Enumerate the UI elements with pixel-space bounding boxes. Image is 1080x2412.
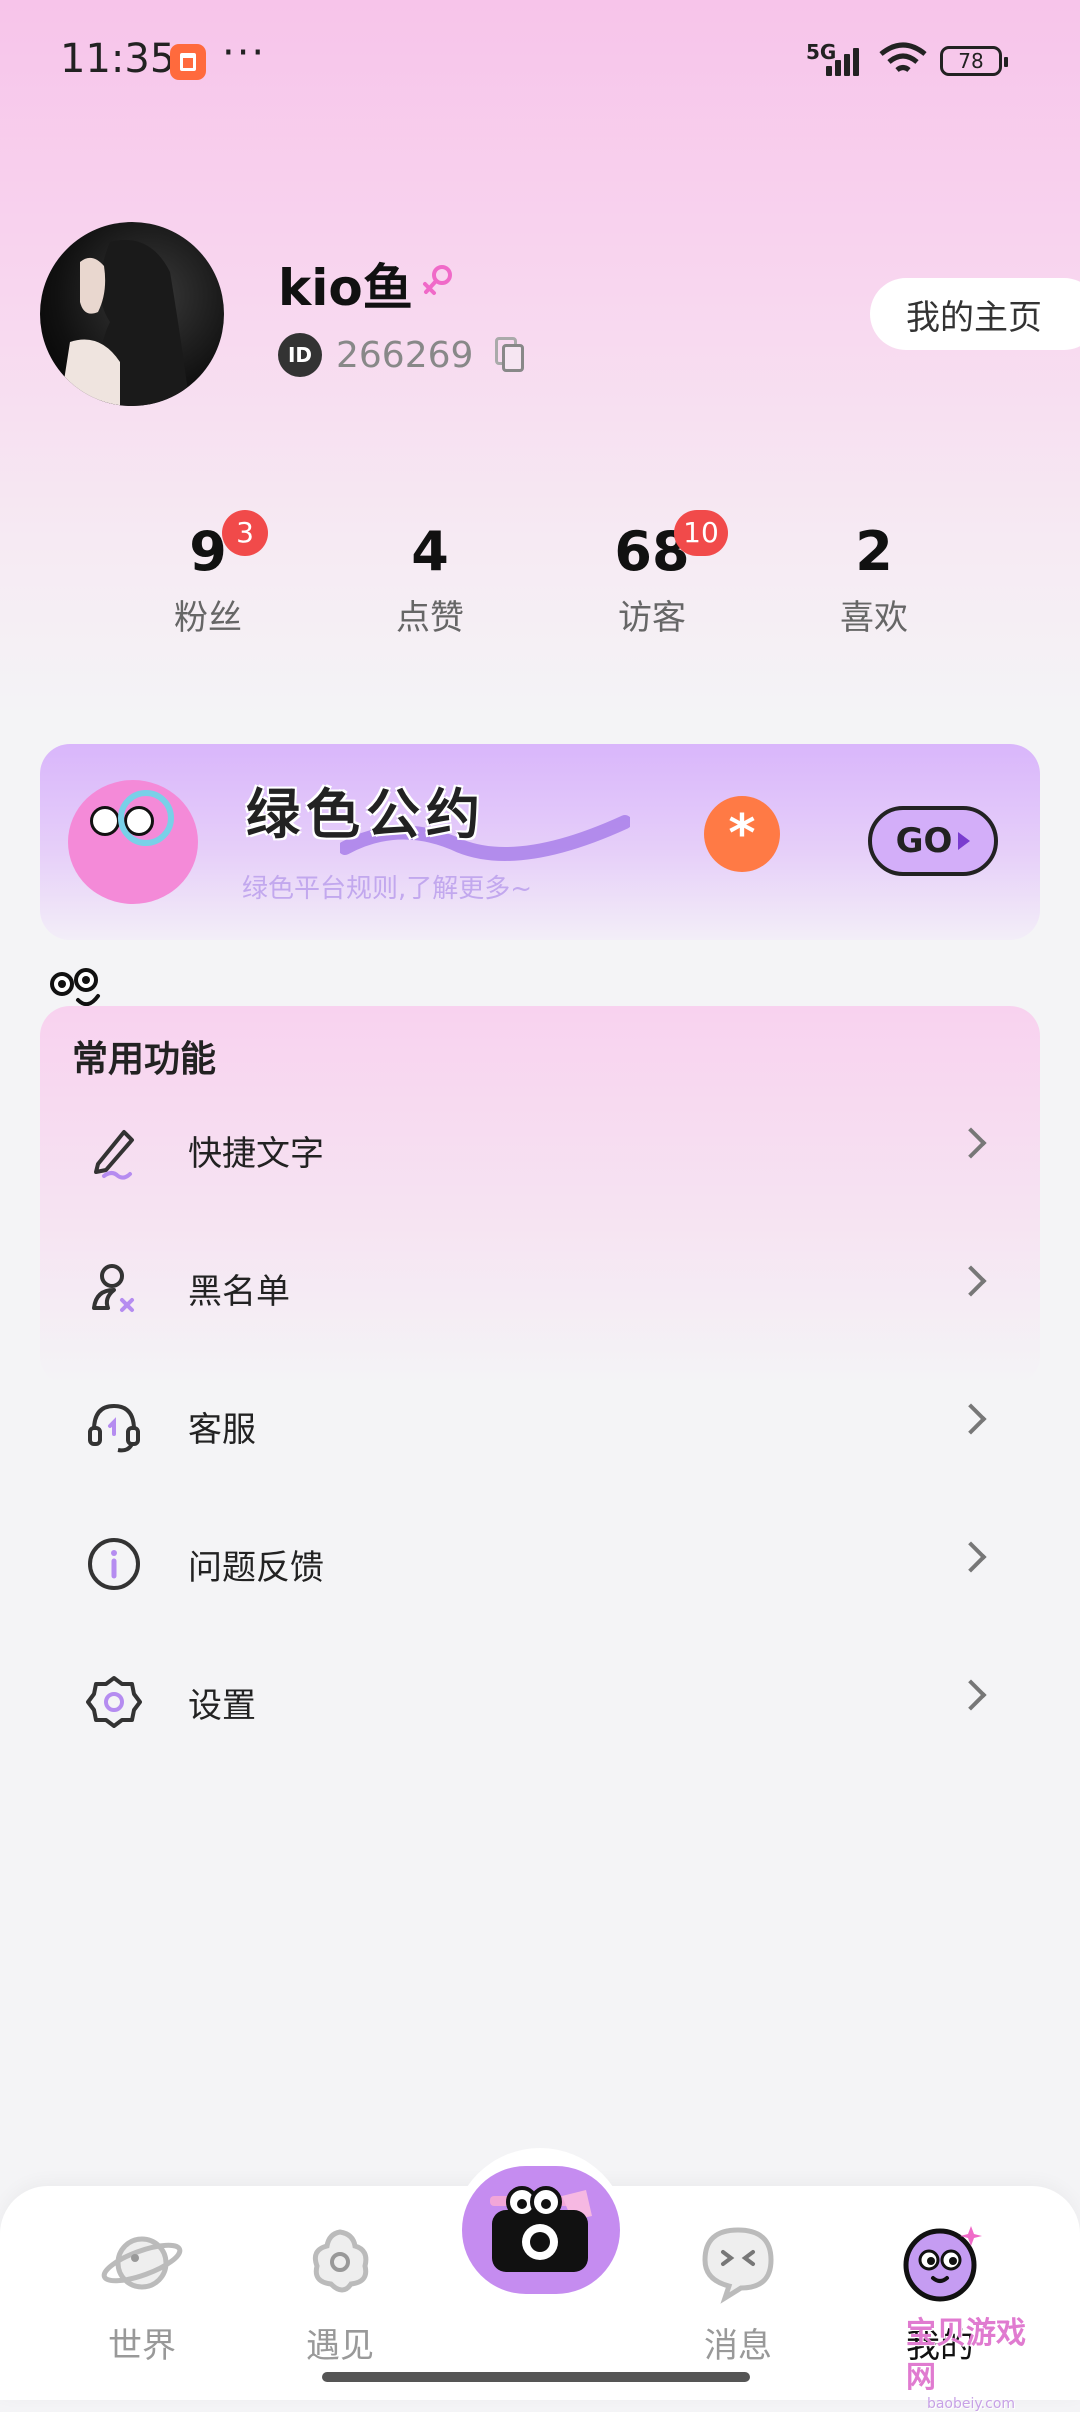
- more-notifications-icon: ···: [222, 30, 267, 76]
- watermark-url: baobeiy.com: [926, 2396, 1016, 2412]
- menu-item-label: 黑名单: [188, 1272, 290, 1312]
- username: kio鱼: [278, 259, 413, 317]
- flower-icon: [312, 2229, 369, 2293]
- watermark: 宝贝游戏网 baobeiy.com: [906, 2308, 1036, 2412]
- headset-icon: [88, 1403, 140, 1453]
- visitors-badge: 10: [674, 510, 728, 556]
- tab-camera[interactable]: [462, 2166, 620, 2294]
- tab-meet[interactable]: 遇见: [280, 2220, 400, 2367]
- menu-item-quick-text[interactable]: 快捷文字: [40, 1090, 1040, 1210]
- notification-app-icon: [170, 44, 206, 80]
- tab-messages[interactable]: 消息: [678, 2220, 798, 2367]
- tab-label: 遇见: [306, 2326, 374, 2366]
- battery-indicator: 78: [940, 46, 1008, 76]
- green-convention-banner[interactable]: 绿色公约 绿色平台规则,了解更多~ * GO: [40, 744, 1040, 940]
- tab-label: 世界: [108, 2326, 176, 2366]
- moon-face-icon: [903, 2226, 982, 2302]
- menu-item-label: 快捷文字: [188, 1134, 324, 1174]
- chat-face-icon: [702, 2227, 774, 2304]
- copy-icon[interactable]: [495, 337, 525, 373]
- banner-title: 绿色公约: [246, 783, 486, 846]
- user-block-icon: [92, 1264, 134, 1312]
- chevron-right-icon: [955, 1403, 987, 1435]
- chevron-right-icon: [955, 1541, 987, 1573]
- menu-item-label: 设置: [188, 1686, 256, 1726]
- asterisk-badge-icon: *: [704, 796, 780, 872]
- stat-likes[interactable]: 4 点赞: [350, 520, 510, 639]
- home-indicator[interactable]: [322, 2372, 750, 2382]
- wifi-icon: [879, 42, 927, 73]
- my-homepage-button[interactable]: 我的主页: [870, 278, 1080, 350]
- menu-item-settings[interactable]: 设置: [40, 1642, 1040, 1762]
- chevron-right-icon: [955, 1679, 987, 1711]
- stat-label: 喜欢: [840, 598, 908, 638]
- play-triangle-icon: [958, 832, 971, 850]
- female-icon: [423, 265, 452, 295]
- info-icon: [88, 1538, 140, 1590]
- menu-item-feedback[interactable]: 问题反馈: [40, 1504, 1040, 1624]
- chevron-right-icon: [955, 1265, 987, 1297]
- gear-icon: [86, 1676, 142, 1728]
- go-label: GO: [895, 821, 953, 861]
- pen-icon: [94, 1130, 134, 1180]
- banner-subtitle: 绿色平台规则,了解更多~: [242, 874, 533, 904]
- watermark-text: 宝贝游戏网: [906, 2316, 1026, 2395]
- go-button[interactable]: GO: [868, 806, 998, 876]
- magnifier-mascot-icon: [68, 780, 198, 904]
- menu-item-label: 客服: [188, 1410, 256, 1450]
- tab-label: 消息: [704, 2326, 772, 2366]
- stat-label: 粉丝: [174, 598, 242, 638]
- menu-item-customer-service[interactable]: 客服: [40, 1366, 1040, 1486]
- chevron-right-icon: [955, 1127, 987, 1159]
- camera-icon: [490, 2186, 592, 2272]
- user-id: 266269: [336, 334, 474, 376]
- clock: 11:35: [60, 36, 176, 82]
- stat-label: 点赞: [396, 598, 464, 638]
- planet-icon: [101, 2236, 183, 2290]
- tab-world[interactable]: 世界: [82, 2220, 202, 2367]
- menu-item-blacklist[interactable]: 黑名单: [40, 1228, 1040, 1348]
- section-title: 常用功能: [72, 1039, 217, 1080]
- id-badge-icon: ID: [278, 333, 322, 377]
- stat-value: 4: [411, 520, 449, 583]
- stat-value: 2: [855, 520, 893, 583]
- fans-badge: 3: [222, 510, 268, 556]
- menu-item-label: 问题反馈: [188, 1548, 324, 1588]
- stat-favorites[interactable]: 2 喜欢: [794, 520, 954, 639]
- stat-label: 访客: [618, 598, 686, 638]
- status-bar: 11:35 ··· 5G 78: [0, 0, 1080, 120]
- user-id-row: ID 266269: [278, 330, 525, 380]
- signal-icon: [826, 44, 866, 76]
- avatar[interactable]: [40, 222, 224, 406]
